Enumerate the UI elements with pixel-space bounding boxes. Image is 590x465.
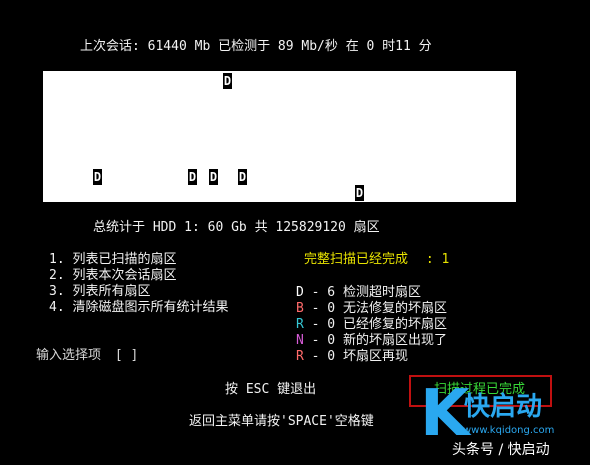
- scan-mark-d: D: [355, 185, 364, 201]
- full-scan-status: 完整扫描已经完成 : 1: [304, 252, 449, 268]
- scan-mark-d: D: [238, 169, 247, 185]
- legend-text: - 0 坏扇区再现: [303, 349, 408, 364]
- prompt-label: 输入选择项: [36, 348, 102, 363]
- total-statistics: 总统计于 HDD 1: 60 Gb 共 125829120 扇区: [93, 220, 380, 235]
- full-scan-label: 完整扫描已经完成: [304, 252, 409, 267]
- menu-item-clear-stats[interactable]: 4. 清除磁盘图示所有统计结果: [49, 300, 228, 316]
- menu-item-list-session[interactable]: 2. 列表本次会话扇区: [49, 268, 176, 284]
- menu-item-list-scanned[interactable]: 1. 列表已扫描的扇区: [49, 252, 176, 268]
- menu-item-list-all[interactable]: 3. 列表所有扇区: [49, 284, 150, 300]
- legend-row-r2: R - 0 坏扇区再现: [296, 349, 408, 365]
- watermark-brand: 快启动: [464, 392, 543, 422]
- legend-text: - 0 无法修复的坏扇区: [303, 301, 447, 316]
- esc-exit-hint: 按 ESC 键退出: [225, 382, 317, 397]
- legend-row-n: N - 0 新的坏扇区出现了: [296, 333, 447, 349]
- legend-key-b: B: [296, 301, 304, 316]
- space-return-hint: 返回主菜单请按'SPACE'空格键: [189, 414, 374, 429]
- disk-scan-map: D D D D D D: [43, 71, 516, 202]
- legend-text: - 6 检测超时扇区: [303, 285, 421, 300]
- scan-mark-d: D: [223, 73, 232, 89]
- session-summary: 上次会话: 61440 Mb 已检测于 89 Mb/秒 在 0 时11 分: [80, 39, 432, 54]
- full-scan-value: : 1: [425, 252, 450, 267]
- legend-key-n: N: [296, 333, 304, 348]
- legend-row-r: R - 0 已经修复的坏扇区: [296, 317, 447, 333]
- legend-text: - 0 新的坏扇区出现了: [303, 333, 447, 348]
- scan-mark-d: D: [188, 169, 197, 185]
- legend-key-r: R: [296, 317, 304, 332]
- legend-row-b: B - 0 无法修复的坏扇区: [296, 301, 447, 317]
- selection-prompt: 输入选择项 [ ]: [36, 348, 138, 364]
- watermark-url: www.kqidong.com: [463, 425, 555, 436]
- watermark-source: 头条号 / 快启动: [452, 442, 550, 458]
- legend-row-d: D - 6 检测超时扇区: [296, 285, 421, 301]
- scan-mark-d: D: [209, 169, 218, 185]
- legend-text: - 0 已经修复的坏扇区: [303, 317, 447, 332]
- scan-mark-d: D: [93, 169, 102, 185]
- legend-key-d: D: [296, 285, 304, 300]
- legend-key-r: R: [296, 349, 304, 364]
- selection-input[interactable]: [ ]: [115, 348, 138, 364]
